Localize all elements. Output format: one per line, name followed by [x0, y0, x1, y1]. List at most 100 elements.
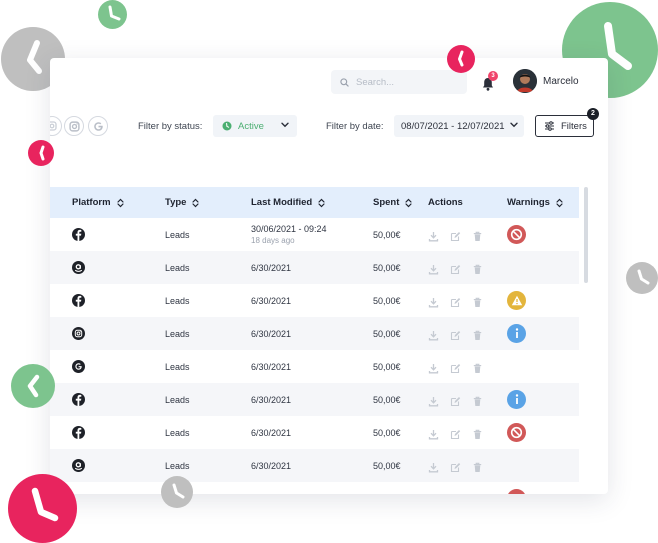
last-modified-cell: 6/30/2021: [251, 329, 292, 339]
last-modified-cell: 6/30/2021: [251, 428, 292, 438]
download-icon[interactable]: [428, 229, 439, 242]
date-range-select[interactable]: 08/07/2021 - 12/07/2021: [394, 115, 524, 137]
chevron-down-icon: [281, 122, 289, 128]
sort-icon: [192, 198, 200, 207]
alert-icon[interactable]: [507, 291, 526, 310]
column-header-last-modified[interactable]: Last Modified: [251, 197, 325, 208]
search-icon: [340, 77, 349, 87]
trash-icon[interactable]: [472, 394, 483, 406]
type-cell: Leads: [165, 395, 190, 405]
date-filter-label: Filter by date:: [326, 121, 384, 132]
column-header-label: Type: [165, 197, 187, 208]
table-row[interactable]: Leads 6/30/2021 50,00€: [50, 284, 579, 317]
trash-icon[interactable]: [472, 328, 483, 340]
notification-count-badge: 3: [488, 71, 498, 81]
download-icon[interactable]: [428, 295, 439, 308]
column-header-warnings[interactable]: Warnings: [507, 197, 563, 208]
table-row[interactable]: Leads 6/30/2021 50,00€: [50, 416, 579, 449]
trash-icon[interactable]: [472, 229, 483, 241]
download-icon[interactable]: [428, 262, 439, 275]
blocked-icon[interactable]: [507, 423, 526, 442]
spent-cell: 50,00€: [373, 461, 401, 471]
edit-icon[interactable]: [450, 229, 461, 242]
column-header-label: Platform: [72, 197, 111, 208]
type-cell: Leads: [165, 461, 190, 471]
instagram-filter-chip[interactable]: [64, 116, 84, 136]
info-icon[interactable]: [507, 324, 526, 343]
type-cell: Leads: [165, 296, 190, 306]
spent-cell: 50,00€: [373, 329, 401, 339]
filter-bar: Filter by status: Active Filter by date:…: [50, 108, 608, 138]
avatar[interactable]: [513, 69, 537, 93]
download-icon[interactable]: [428, 460, 439, 473]
trash-icon[interactable]: [472, 460, 483, 472]
edit-icon[interactable]: [450, 295, 461, 308]
facebook-icon: [72, 228, 85, 241]
table-body: Leads 30/06/2021 - 09:24 18 days ago 50,00€…: [50, 218, 579, 482]
trash-icon[interactable]: [472, 427, 483, 439]
last-modified-cell: 6/30/2021: [251, 263, 292, 273]
type-cell: Leads: [165, 263, 190, 273]
amazon-icon: [72, 459, 85, 472]
blocked-icon[interactable]: [507, 225, 526, 244]
status-select[interactable]: Active: [213, 115, 297, 137]
instagram-icon: [72, 327, 85, 340]
date-range-value: 08/07/2021 - 12/07/2021: [401, 120, 505, 132]
edit-icon[interactable]: [450, 361, 461, 374]
amazon-icon: [72, 261, 85, 274]
table-row[interactable]: Leads 6/30/2021 50,00€: [50, 449, 579, 482]
last-modified-relative: 18 days ago: [251, 236, 295, 245]
filters-count-badge: 2: [587, 108, 599, 120]
download-icon[interactable]: [428, 394, 439, 407]
status-filter-label: Filter by status:: [138, 121, 203, 132]
search-box[interactable]: [331, 70, 467, 94]
spent-cell: 50,00€: [373, 428, 401, 438]
download-icon[interactable]: [428, 361, 439, 374]
edit-icon[interactable]: [450, 460, 461, 473]
google-icon: [72, 360, 85, 373]
clock-icon: [626, 262, 658, 294]
table-row[interactable]: Leads 6/30/2021 50,00€: [50, 317, 579, 350]
info-icon[interactable]: [507, 390, 526, 409]
sort-icon: [318, 198, 325, 207]
column-header-label: Spent: [373, 197, 400, 208]
type-cell: Leads: [165, 230, 190, 240]
edit-icon[interactable]: [450, 328, 461, 341]
edit-icon[interactable]: [450, 427, 461, 440]
trash-icon[interactable]: [472, 295, 483, 307]
type-cell: Leads: [165, 362, 190, 372]
table-header: Platform Type Last Modified Spent Action…: [50, 187, 579, 218]
table-row[interactable]: Leads 6/30/2021 50,00€: [50, 350, 579, 383]
column-header-type[interactable]: Type: [165, 197, 200, 208]
table-row[interactable]: Leads 6/30/2021 50,00€: [50, 251, 579, 284]
clock-icon: [447, 45, 475, 73]
last-modified-cell: 6/30/2021: [251, 395, 292, 405]
google-filter-chip[interactable]: [88, 116, 108, 136]
search-input[interactable]: [356, 76, 456, 88]
instagram-filter-chip[interactable]: [50, 116, 62, 136]
sort-icon: [556, 198, 563, 207]
table-row[interactable]: Leads 30/06/2021 - 09:24 18 days ago 50,00€: [50, 218, 579, 251]
edit-icon[interactable]: [450, 262, 461, 275]
column-header-platform[interactable]: Platform: [72, 197, 124, 208]
table-row[interactable]: Leads 6/30/2021 50,00€: [50, 383, 579, 416]
facebook-icon: [72, 426, 85, 439]
download-icon[interactable]: [428, 328, 439, 341]
last-modified-cell: 6/30/2021: [251, 362, 292, 372]
instagram-icon: [50, 121, 57, 131]
chevron-down-icon: [510, 122, 518, 128]
spent-cell: 50,00€: [373, 395, 401, 405]
trash-icon[interactable]: [472, 361, 483, 373]
blocked-icon: [507, 489, 526, 494]
edit-icon[interactable]: [450, 394, 461, 407]
column-header-spent[interactable]: Spent: [373, 197, 412, 208]
clock-icon: [98, 0, 127, 29]
spent-cell: 50,00€: [373, 296, 401, 306]
scrollbar[interactable]: [584, 187, 588, 283]
facebook-icon: [72, 294, 85, 307]
column-header-actions: Actions: [428, 197, 463, 208]
filters-button[interactable]: Filters: [535, 115, 594, 137]
user-name[interactable]: Marcelo: [543, 76, 579, 87]
download-icon[interactable]: [428, 427, 439, 440]
trash-icon[interactable]: [472, 262, 483, 274]
